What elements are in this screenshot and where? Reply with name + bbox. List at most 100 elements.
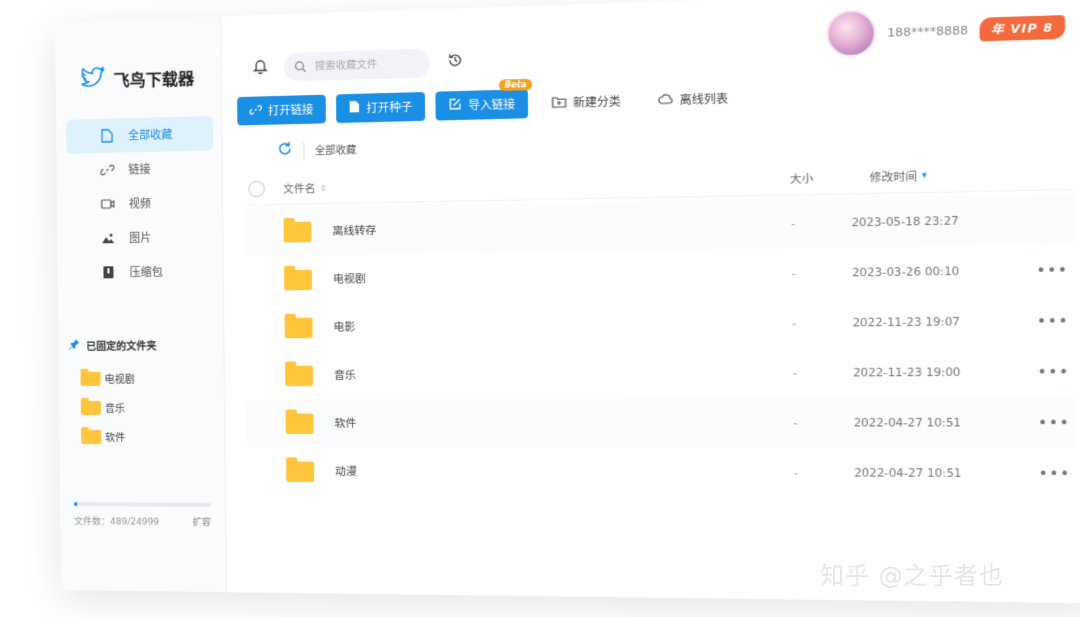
- pinned-folder-label: 软件: [105, 429, 125, 444]
- more-icon[interactable]: •••: [1030, 261, 1075, 279]
- bell-icon[interactable]: [253, 58, 268, 79]
- search-box[interactable]: [284, 49, 430, 82]
- sort-icon: ⇕: [320, 183, 327, 192]
- more-icon[interactable]: [1029, 219, 1074, 220]
- expand-storage-link[interactable]: 扩容: [193, 515, 211, 528]
- sidebar-nav: 全部收藏 链接 视频 图片 压缩包: [66, 116, 215, 290]
- sidebar-item-label: 视频: [129, 195, 151, 212]
- app-logo: 飞鸟下载器: [81, 64, 194, 93]
- column-header-time-label: 修改时间: [870, 168, 918, 185]
- pinned-folder-software[interactable]: 软件: [81, 422, 135, 451]
- more-icon[interactable]: •••: [1030, 312, 1075, 330]
- more-icon[interactable]: •••: [1031, 414, 1076, 431]
- breadcrumb: 全部收藏: [277, 139, 357, 160]
- sidebar-item-label: 压缩包: [129, 264, 162, 281]
- new-category-label: 新建分类: [573, 93, 621, 111]
- file-time: 2022-11-23 19:07: [819, 315, 1031, 330]
- file-name: 离线转存: [332, 217, 709, 239]
- sidebar-item-videos[interactable]: 视频: [67, 185, 214, 222]
- app-title: 飞鸟下载器: [113, 65, 194, 92]
- offline-list-label: 离线列表: [680, 90, 729, 108]
- import-link-label: 导入链接: [468, 96, 515, 114]
- archive-icon: [101, 265, 115, 279]
- refresh-icon[interactable]: [277, 140, 294, 160]
- cloud-icon: [658, 92, 673, 108]
- app-window: 飞鸟下载器 全部收藏 链接 视频 图片 压缩包 已固定的文件夹 电视剧 音乐 软…: [55, 0, 1080, 603]
- breadcrumb-divider: [303, 142, 304, 158]
- link-icon: [100, 163, 114, 177]
- folder-icon: [285, 365, 313, 386]
- user-phone: 188****8888: [887, 23, 968, 39]
- storage-usage: 文件数：489/24999 扩容: [74, 502, 211, 528]
- file-size: -: [711, 366, 820, 379]
- folder-icon: [284, 221, 312, 242]
- storage-progress-fill: [74, 502, 77, 506]
- offline-list-button[interactable]: 离线列表: [644, 83, 741, 115]
- folder-icon: [286, 461, 314, 481]
- sort-desc-icon: ▾: [922, 170, 927, 181]
- column-header-name[interactable]: 文件名 ⇕: [283, 172, 726, 196]
- sidebar-item-all[interactable]: 全部收藏: [66, 116, 213, 154]
- file-size: -: [709, 217, 818, 231]
- pinned-folder-music[interactable]: 音乐: [81, 393, 135, 422]
- avatar[interactable]: [826, 9, 876, 57]
- sidebar-item-images[interactable]: 图片: [67, 219, 214, 256]
- top-bar: [253, 48, 464, 83]
- table-row[interactable]: 音乐 - 2022-11-23 19:00 •••: [246, 346, 1076, 399]
- sidebar-item-links[interactable]: 链接: [66, 150, 213, 187]
- video-icon: [101, 197, 115, 211]
- watermark: 知乎 @之乎者也: [820, 556, 1004, 591]
- import-icon: [448, 97, 462, 114]
- file-size: -: [710, 317, 819, 331]
- open-link-button[interactable]: 打开链接: [237, 95, 326, 126]
- storage-count: 文件数：489/24999: [74, 514, 159, 528]
- file-name: 音乐: [334, 365, 711, 382]
- pinned-title: 已固定的文件夹: [86, 337, 156, 353]
- file-name: 电影: [333, 316, 710, 335]
- table-row[interactable]: 动漫 - 2022-04-27 10:51 •••: [247, 447, 1077, 499]
- column-header-name-label: 文件名: [283, 180, 316, 196]
- more-icon[interactable]: •••: [1032, 465, 1077, 482]
- breadcrumb-current[interactable]: 全部收藏: [315, 141, 357, 157]
- storage-progress-bar: [74, 502, 211, 507]
- history-icon[interactable]: [447, 52, 464, 73]
- pin-icon: [68, 338, 80, 353]
- user-area: 188****8888 年 VIP 8: [826, 3, 1065, 58]
- file-time: 2022-04-27 10:51: [820, 416, 1032, 429]
- file-name: 动漫: [335, 464, 712, 481]
- beta-badge: Beta: [499, 79, 532, 91]
- folder-icon: [81, 429, 101, 443]
- file-size: -: [711, 416, 820, 429]
- pinned-folder-tv[interactable]: 电视剧: [80, 364, 134, 393]
- file-time: 2022-04-27 10:51: [820, 466, 1032, 479]
- import-link-button[interactable]: 导入链接 Beta: [435, 89, 528, 120]
- table-row[interactable]: 软件 - 2022-04-27 10:51 •••: [246, 397, 1076, 448]
- pinned-list: 电视剧 音乐 软件: [80, 364, 135, 452]
- file-name: 软件: [334, 415, 711, 431]
- pinned-folders-heading: 已固定的文件夹: [68, 337, 156, 353]
- column-header-size[interactable]: 大小: [726, 170, 836, 188]
- pinned-folder-label: 音乐: [105, 400, 125, 415]
- sidebar: 飞鸟下载器 全部收藏 链接 视频 图片 压缩包 已固定的文件夹 电视剧 音乐 软…: [55, 16, 227, 592]
- sidebar-item-label: 全部收藏: [128, 126, 173, 143]
- file-size: -: [710, 267, 819, 281]
- vip-badge[interactable]: 年 VIP 8: [979, 15, 1065, 41]
- sidebar-item-archives[interactable]: 压缩包: [67, 254, 214, 290]
- file-list: 离线转存 - 2023-05-18 23:27 电视剧 - 2023-03-26…: [244, 193, 1077, 498]
- folder-icon: [81, 400, 101, 414]
- open-seed-label: 打开种子: [366, 99, 412, 117]
- column-header-time[interactable]: 修改时间 ▾: [836, 165, 1074, 186]
- open-seed-button[interactable]: 打开种子: [336, 92, 425, 123]
- file-time: 2023-05-18 23:27: [818, 213, 1029, 229]
- file-name: 电视剧: [333, 266, 710, 286]
- folder-icon: [285, 317, 313, 338]
- file-time: 2022-11-23 19:00: [819, 365, 1031, 379]
- sidebar-item-label: 链接: [128, 161, 150, 178]
- search-input[interactable]: [313, 57, 422, 74]
- seed-file-icon: [349, 100, 361, 117]
- new-category-button[interactable]: 新建分类: [539, 86, 634, 118]
- table-row[interactable]: 电影 - 2022-11-23 19:07 •••: [245, 295, 1075, 351]
- select-all-checkbox[interactable]: [248, 181, 264, 198]
- more-icon[interactable]: •••: [1031, 363, 1076, 381]
- folder-icon: [286, 413, 314, 433]
